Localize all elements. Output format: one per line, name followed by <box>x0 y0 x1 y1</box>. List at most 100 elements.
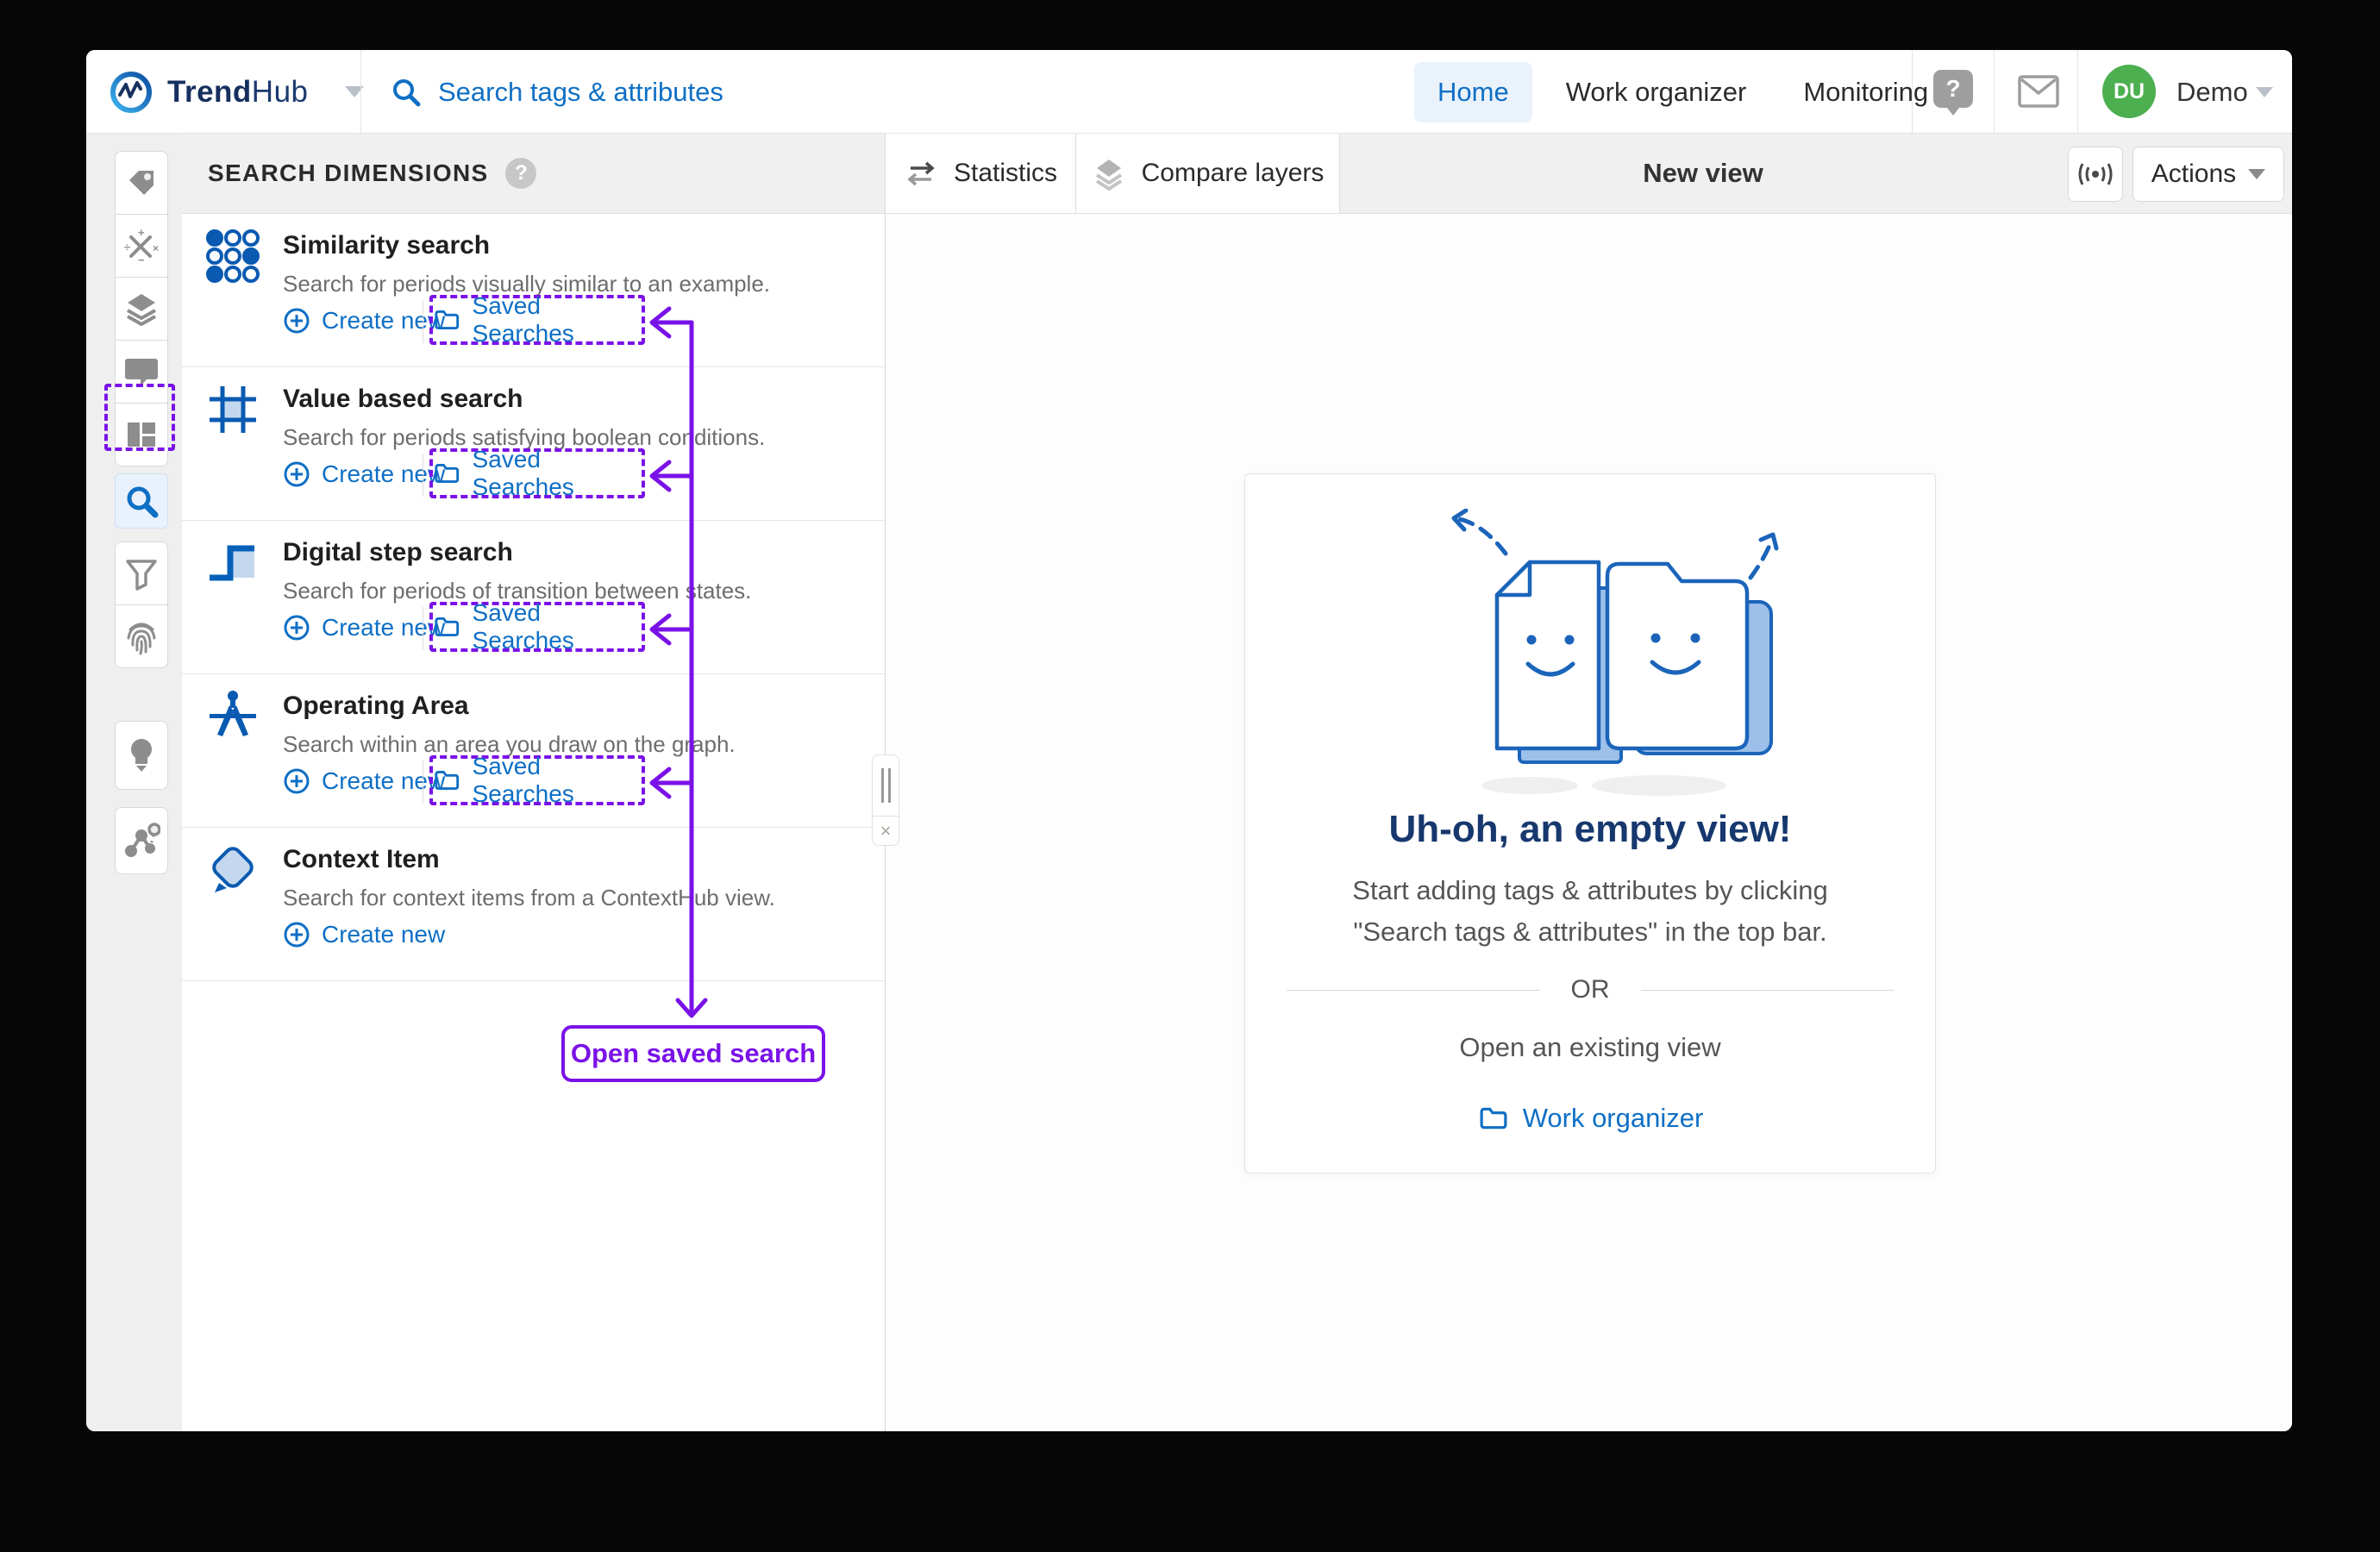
rail-fingerprint-button[interactable] <box>115 604 168 668</box>
view-title: New view <box>1552 134 1854 213</box>
divider <box>360 50 361 134</box>
left-icon-rail: + ÷ − × <box>86 134 182 1431</box>
panel-collapse-button[interactable]: × <box>872 817 899 846</box>
create-new-link[interactable]: Create new <box>283 297 445 345</box>
item-description: Search for context items from a ContextH… <box>283 885 775 911</box>
fingerprint-icon <box>123 617 160 655</box>
item-title: Value based search <box>283 385 523 414</box>
open-existing-text: Open an existing view <box>1245 1032 1935 1063</box>
user-avatar[interactable]: DU <box>2102 65 2156 118</box>
brand-name: TrendHub <box>167 75 309 110</box>
app-window: TrendHub Search tags & attributes Home W… <box>86 50 2292 1431</box>
plus-circle-icon <box>283 307 310 335</box>
search-icon <box>390 76 423 109</box>
list-item-similarity-search[interactable]: Similarity search Search for periods vis… <box>182 214 885 367</box>
tab-compare-layers-label: Compare layers <box>1142 159 1325 188</box>
empty-state-card: Uh-oh, an empty view! Start adding tags … <box>1244 473 1936 1173</box>
plus-circle-icon <box>283 921 310 948</box>
actions-button[interactable]: Actions <box>2133 147 2284 202</box>
svg-text:÷: ÷ <box>124 241 130 253</box>
nav-tab-work-organizer[interactable]: Work organizer <box>1543 62 1770 122</box>
or-label: OR <box>1571 975 1610 1004</box>
item-title: Digital step search <box>283 538 513 567</box>
empty-state-body: Start adding tags & attributes by clicki… <box>1306 870 1875 953</box>
folder-icon <box>1477 1105 1510 1132</box>
rail-filter-button[interactable] <box>115 541 168 605</box>
list-item-digital-step-search[interactable]: Digital step search Search for periods o… <box>182 521 885 674</box>
rail-context-graph-button[interactable] <box>115 807 168 874</box>
plus-circle-icon <box>283 460 310 488</box>
item-title: Context Item <box>283 845 440 874</box>
list-item-value-based-search[interactable]: Value based search Search for periods sa… <box>182 367 885 521</box>
user-name[interactable]: Demo <box>2176 50 2248 134</box>
rail-tags-button[interactable] <box>115 151 168 215</box>
create-new-link[interactable]: Create new <box>283 450 445 498</box>
create-new-link[interactable]: Create new <box>283 911 445 959</box>
help-icon: ? <box>1933 70 1973 108</box>
saved-searches-link[interactable]: Saved Searches <box>429 448 645 498</box>
rail-formulas-button[interactable]: + ÷ − × <box>115 214 168 278</box>
rail-insights-button[interactable] <box>115 721 168 790</box>
rail-dashboard-button[interactable] <box>115 403 168 466</box>
item-title: Operating Area <box>283 692 469 721</box>
panel-header: SEARCH DIMENSIONS ? <box>208 134 536 213</box>
svg-text:+: + <box>138 228 145 239</box>
view-toolbar: SEARCH DIMENSIONS ? Statistics Compare l… <box>182 134 2292 214</box>
divider <box>1994 50 1995 134</box>
help-button[interactable]: ? <box>1933 70 1973 115</box>
divider <box>2077 50 2078 134</box>
empty-state-title: Uh-oh, an empty view! <box>1245 808 1935 851</box>
layers-icon <box>1092 156 1126 191</box>
saved-searches-link[interactable]: Saved Searches <box>429 755 645 805</box>
digital-step-search-icon <box>204 535 261 591</box>
item-title: Similarity search <box>283 231 490 260</box>
annotation-open-saved-search: Open saved search <box>561 1025 825 1082</box>
work-organizer-link[interactable]: Work organizer <box>1477 1103 1704 1134</box>
trendhub-logo-icon <box>109 70 153 115</box>
rail-layers-button[interactable] <box>115 277 168 341</box>
swap-arrows-icon <box>904 160 938 187</box>
search-icon <box>123 483 160 519</box>
plus-circle-icon <box>283 614 310 641</box>
live-mode-button[interactable] <box>2068 147 2123 202</box>
search-input[interactable]: Search tags & attributes <box>390 50 723 134</box>
nav-tab-monitoring[interactable]: Monitoring <box>1780 62 1951 122</box>
user-menu-chevron-down-icon[interactable] <box>2256 87 2273 97</box>
folder-icon <box>433 307 461 333</box>
search-placeholder: Search tags & attributes <box>438 77 723 108</box>
mail-icon <box>2016 72 2061 110</box>
nav-tab-home[interactable]: Home <box>1414 62 1532 122</box>
tab-statistics[interactable]: Statistics <box>885 134 1076 213</box>
similarity-search-icon <box>204 228 261 285</box>
empty-view-illustration <box>1400 509 1780 767</box>
context-item-icon <box>204 842 261 898</box>
folder-icon <box>433 460 461 486</box>
saved-searches-link[interactable]: Saved Searches <box>429 602 645 652</box>
create-new-link[interactable]: Create new <box>283 604 445 652</box>
messages-button[interactable] <box>2016 72 2061 115</box>
top-bar: TrendHub Search tags & attributes Home W… <box>86 50 2292 134</box>
saved-searches-link[interactable]: Saved Searches <box>429 295 645 345</box>
folder-icon <box>433 767 461 793</box>
search-dimensions-panel: Similarity search Search for periods vis… <box>182 214 886 1431</box>
rail-comments-button[interactable] <box>115 340 168 404</box>
main-nav: Home Work organizer Monitoring <box>1414 50 1951 134</box>
panel-resize-handle[interactable] <box>872 754 899 817</box>
list-item-context-item[interactable]: Context Item Search for context items fr… <box>182 828 885 981</box>
broadcast-icon <box>2077 160 2114 189</box>
create-new-link[interactable]: Create new <box>283 757 445 805</box>
dashboard-icon <box>124 419 159 450</box>
plus-circle-icon <box>283 767 310 795</box>
actions-label: Actions <box>2151 160 2236 189</box>
layers-icon <box>123 291 160 326</box>
calculation-icon: + ÷ − × <box>123 228 160 264</box>
rail-search-button[interactable] <box>115 473 168 529</box>
node-graph-icon <box>122 822 160 860</box>
illustration-shadows <box>1400 772 1780 803</box>
panel-header-title: SEARCH DIMENSIONS <box>208 160 488 187</box>
brand-logo[interactable]: TrendHub <box>109 50 364 134</box>
list-item-operating-area[interactable]: Operating Area Search within an area you… <box>182 674 885 828</box>
tab-compare-layers[interactable]: Compare layers <box>1076 134 1340 213</box>
panel-help-icon[interactable]: ? <box>505 158 536 189</box>
comment-icon <box>123 355 160 388</box>
